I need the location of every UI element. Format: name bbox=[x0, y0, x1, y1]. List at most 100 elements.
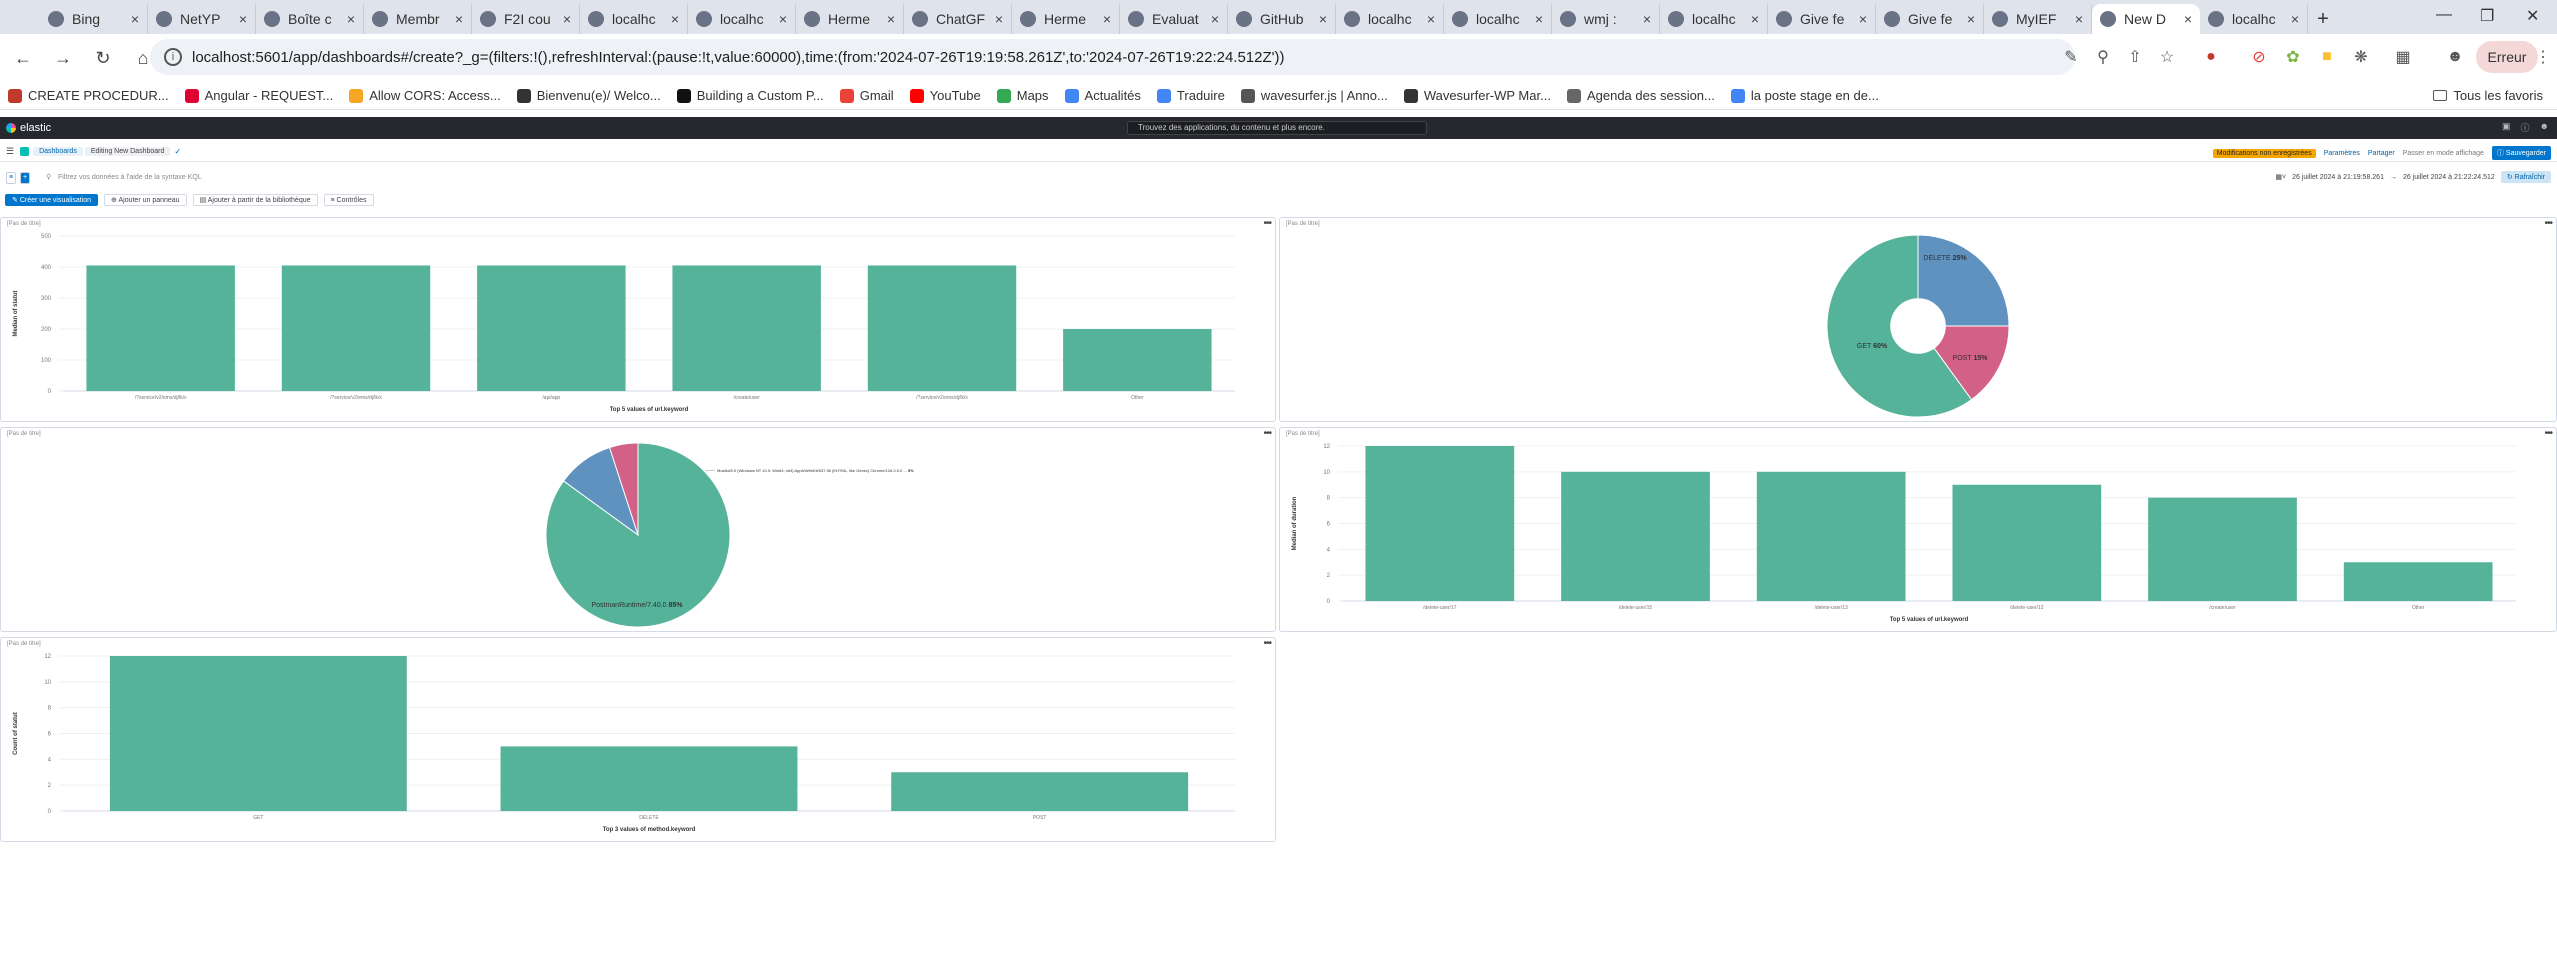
bar[interactable] bbox=[2148, 497, 2297, 601]
bookmark-item[interactable]: Maps bbox=[996, 88, 1049, 103]
bookmark-item[interactable]: Angular - REQUEST... bbox=[184, 88, 333, 103]
close-tab-icon[interactable]: × bbox=[1319, 11, 1327, 27]
help-icon[interactable]: ⓘ bbox=[2521, 121, 2530, 134]
bar[interactable] bbox=[1365, 446, 1515, 601]
kql-query-input[interactable]: ⚲ Filtrez vos données à l'aide de la synt… bbox=[46, 171, 2186, 185]
close-tab-icon[interactable]: × bbox=[1211, 11, 1219, 27]
close-tab-icon[interactable]: × bbox=[2184, 11, 2192, 27]
add-panel-button[interactable]: ⊕ Ajouter un panneau bbox=[104, 194, 187, 206]
filter-menu-icon[interactable]: ≡ bbox=[6, 172, 16, 184]
close-tab-icon[interactable]: × bbox=[1535, 11, 1543, 27]
bookmark-item[interactable]: Bienvenu(e)/ Welco... bbox=[516, 88, 661, 103]
panel-pie-useragent[interactable]: [Pas de titre] ••• PostmanRuntime/7.40.0… bbox=[0, 427, 1276, 632]
browser-tab[interactable]: Herme × bbox=[796, 4, 904, 34]
share-icon[interactable]: ⇧ bbox=[2124, 46, 2146, 68]
close-tab-icon[interactable]: × bbox=[2291, 11, 2299, 27]
browser-tab[interactable]: ChatGF × bbox=[904, 4, 1012, 34]
time-from[interactable]: 26 juillet 2024 à 21:19:58.261 bbox=[2292, 174, 2384, 181]
forward-icon[interactable]: → bbox=[46, 41, 80, 75]
bar[interactable] bbox=[500, 746, 798, 811]
close-tab-icon[interactable]: × bbox=[1751, 11, 1759, 27]
bar[interactable] bbox=[672, 265, 821, 391]
bookmark-item[interactable]: Agenda des session... bbox=[1566, 88, 1715, 103]
bookmark-item[interactable]: Wavesurfer-WP Mar... bbox=[1403, 88, 1551, 103]
bar[interactable] bbox=[109, 656, 407, 811]
close-tab-icon[interactable]: × bbox=[563, 11, 571, 27]
save-button[interactable]: ⓘ Sauvegarder bbox=[2491, 146, 2551, 160]
browser-tab[interactable]: MyIEF × bbox=[1984, 4, 2092, 34]
spaces-icon[interactable]: ▣ bbox=[2502, 121, 2511, 134]
close-tab-icon[interactable]: × bbox=[1859, 11, 1867, 27]
panel-bar-url-duration[interactable]: [Pas de titre] ••• 0 2 4 6 8 10 12/delete-user… bbox=[1279, 427, 2557, 632]
browser-tab[interactable]: F2I cou × bbox=[472, 4, 580, 34]
extension-color-icon[interactable]: ✿ bbox=[2282, 46, 2304, 68]
error-button[interactable]: Erreur bbox=[2476, 41, 2538, 73]
extension-block-icon[interactable]: ⊘ bbox=[2248, 46, 2270, 68]
create-visualization-button[interactable]: ✎ Créer une visualisation bbox=[5, 194, 99, 206]
extension-note-icon[interactable]: ■ bbox=[2316, 46, 2338, 68]
controls-button[interactable]: ≡ Contrôles bbox=[323, 194, 374, 206]
browser-tab[interactable]: Bing × bbox=[40, 4, 148, 34]
browser-tab[interactable]: Give fe × bbox=[1768, 4, 1876, 34]
breadcrumb-dashboards[interactable]: Dashboards bbox=[33, 147, 83, 156]
bookmark-item[interactable]: Actualités bbox=[1064, 88, 1141, 103]
bar[interactable] bbox=[477, 265, 626, 391]
menu-icon[interactable]: ☰ bbox=[6, 146, 14, 157]
bar[interactable] bbox=[281, 265, 431, 391]
time-to[interactable]: 26 juillet 2024 à 21:22:24.512 bbox=[2403, 174, 2495, 181]
add-from-library-button[interactable]: ▤ Ajouter à partir de la bibliothèque bbox=[192, 194, 318, 206]
bookmark-item[interactable]: wavesurfer.js | Anno... bbox=[1240, 88, 1388, 103]
bar[interactable] bbox=[867, 265, 1017, 391]
zoom-icon[interactable]: ⚲ bbox=[2092, 46, 2114, 68]
pie-slice[interactable] bbox=[1917, 234, 2010, 327]
close-window-icon[interactable]: ✕ bbox=[2526, 6, 2539, 26]
translate-icon[interactable]: ✎ bbox=[2060, 46, 2082, 68]
close-tab-icon[interactable]: × bbox=[239, 11, 247, 27]
browser-tab[interactable]: localhc × bbox=[1336, 4, 1444, 34]
close-tab-icon[interactable]: × bbox=[347, 11, 355, 27]
bookmark-item[interactable]: la poste stage en de... bbox=[1730, 88, 1879, 103]
add-filter-icon[interactable]: + bbox=[20, 172, 30, 184]
bar[interactable] bbox=[1561, 471, 1710, 601]
bar[interactable] bbox=[1756, 471, 1906, 601]
bookmark-item[interactable]: CREATE PROCEDUR... bbox=[8, 88, 169, 103]
browser-tab[interactable]: localhc × bbox=[688, 4, 796, 34]
browser-tab[interactable]: Membr × bbox=[364, 4, 472, 34]
close-tab-icon[interactable]: × bbox=[455, 11, 463, 27]
share-link[interactable]: Partager bbox=[2368, 150, 2395, 157]
all-bookmarks[interactable]: Tous les favoris bbox=[2433, 88, 2543, 103]
close-tab-icon[interactable]: × bbox=[887, 11, 895, 27]
view-mode-link[interactable]: Passer en mode affichage bbox=[2403, 150, 2484, 157]
user-icon[interactable]: ☻ bbox=[2540, 121, 2549, 134]
bar[interactable] bbox=[1952, 484, 2102, 601]
close-tab-icon[interactable]: × bbox=[779, 11, 787, 27]
bar[interactable] bbox=[86, 265, 235, 391]
close-tab-icon[interactable]: × bbox=[1103, 11, 1111, 27]
browser-tab[interactable]: Herme × bbox=[1012, 4, 1120, 34]
browser-tab[interactable]: localhc × bbox=[1660, 4, 1768, 34]
minimize-icon[interactable]: — bbox=[2436, 6, 2452, 24]
bar[interactable] bbox=[2343, 562, 2493, 601]
site-info-icon[interactable]: i bbox=[164, 48, 182, 66]
extension-shield-icon[interactable]: ● bbox=[2200, 46, 2222, 68]
extensions-puzzle-icon[interactable]: ▦ bbox=[2392, 46, 2414, 68]
back-icon[interactable]: ← bbox=[6, 41, 40, 75]
bookmark-item[interactable]: Allow CORS: Access... bbox=[349, 88, 501, 103]
bar[interactable] bbox=[1063, 329, 1212, 391]
bookmark-star-icon[interactable]: ☆ bbox=[2156, 46, 2178, 68]
bookmark-item[interactable]: YouTube bbox=[909, 88, 981, 103]
close-tab-icon[interactable]: × bbox=[1967, 11, 1975, 27]
global-search-input[interactable]: Trouvez des applications, du contenu et … bbox=[1127, 121, 1427, 135]
elastic-logo[interactable]: elastic bbox=[6, 122, 51, 134]
restore-icon[interactable]: ❐ bbox=[2480, 6, 2494, 26]
bookmark-item[interactable]: Traduire bbox=[1156, 88, 1225, 103]
settings-link[interactable]: Paramètres bbox=[2324, 150, 2360, 157]
browser-tab[interactable]: Give fe × bbox=[1876, 4, 1984, 34]
bar[interactable] bbox=[891, 772, 1189, 811]
address-bar[interactable]: i localhost:5601/app/dashboards#/create?… bbox=[150, 39, 2075, 75]
close-tab-icon[interactable]: × bbox=[995, 11, 1003, 27]
bookmark-item[interactable]: Building a Custom P... bbox=[676, 88, 824, 103]
browser-tab[interactable]: GitHub × bbox=[1228, 4, 1336, 34]
close-tab-icon[interactable]: × bbox=[671, 11, 679, 27]
panel-bar-method-count[interactable]: [Pas de titre] ••• 0 2 4 6 8 10 12 GET DELETE POS… bbox=[0, 637, 1276, 842]
